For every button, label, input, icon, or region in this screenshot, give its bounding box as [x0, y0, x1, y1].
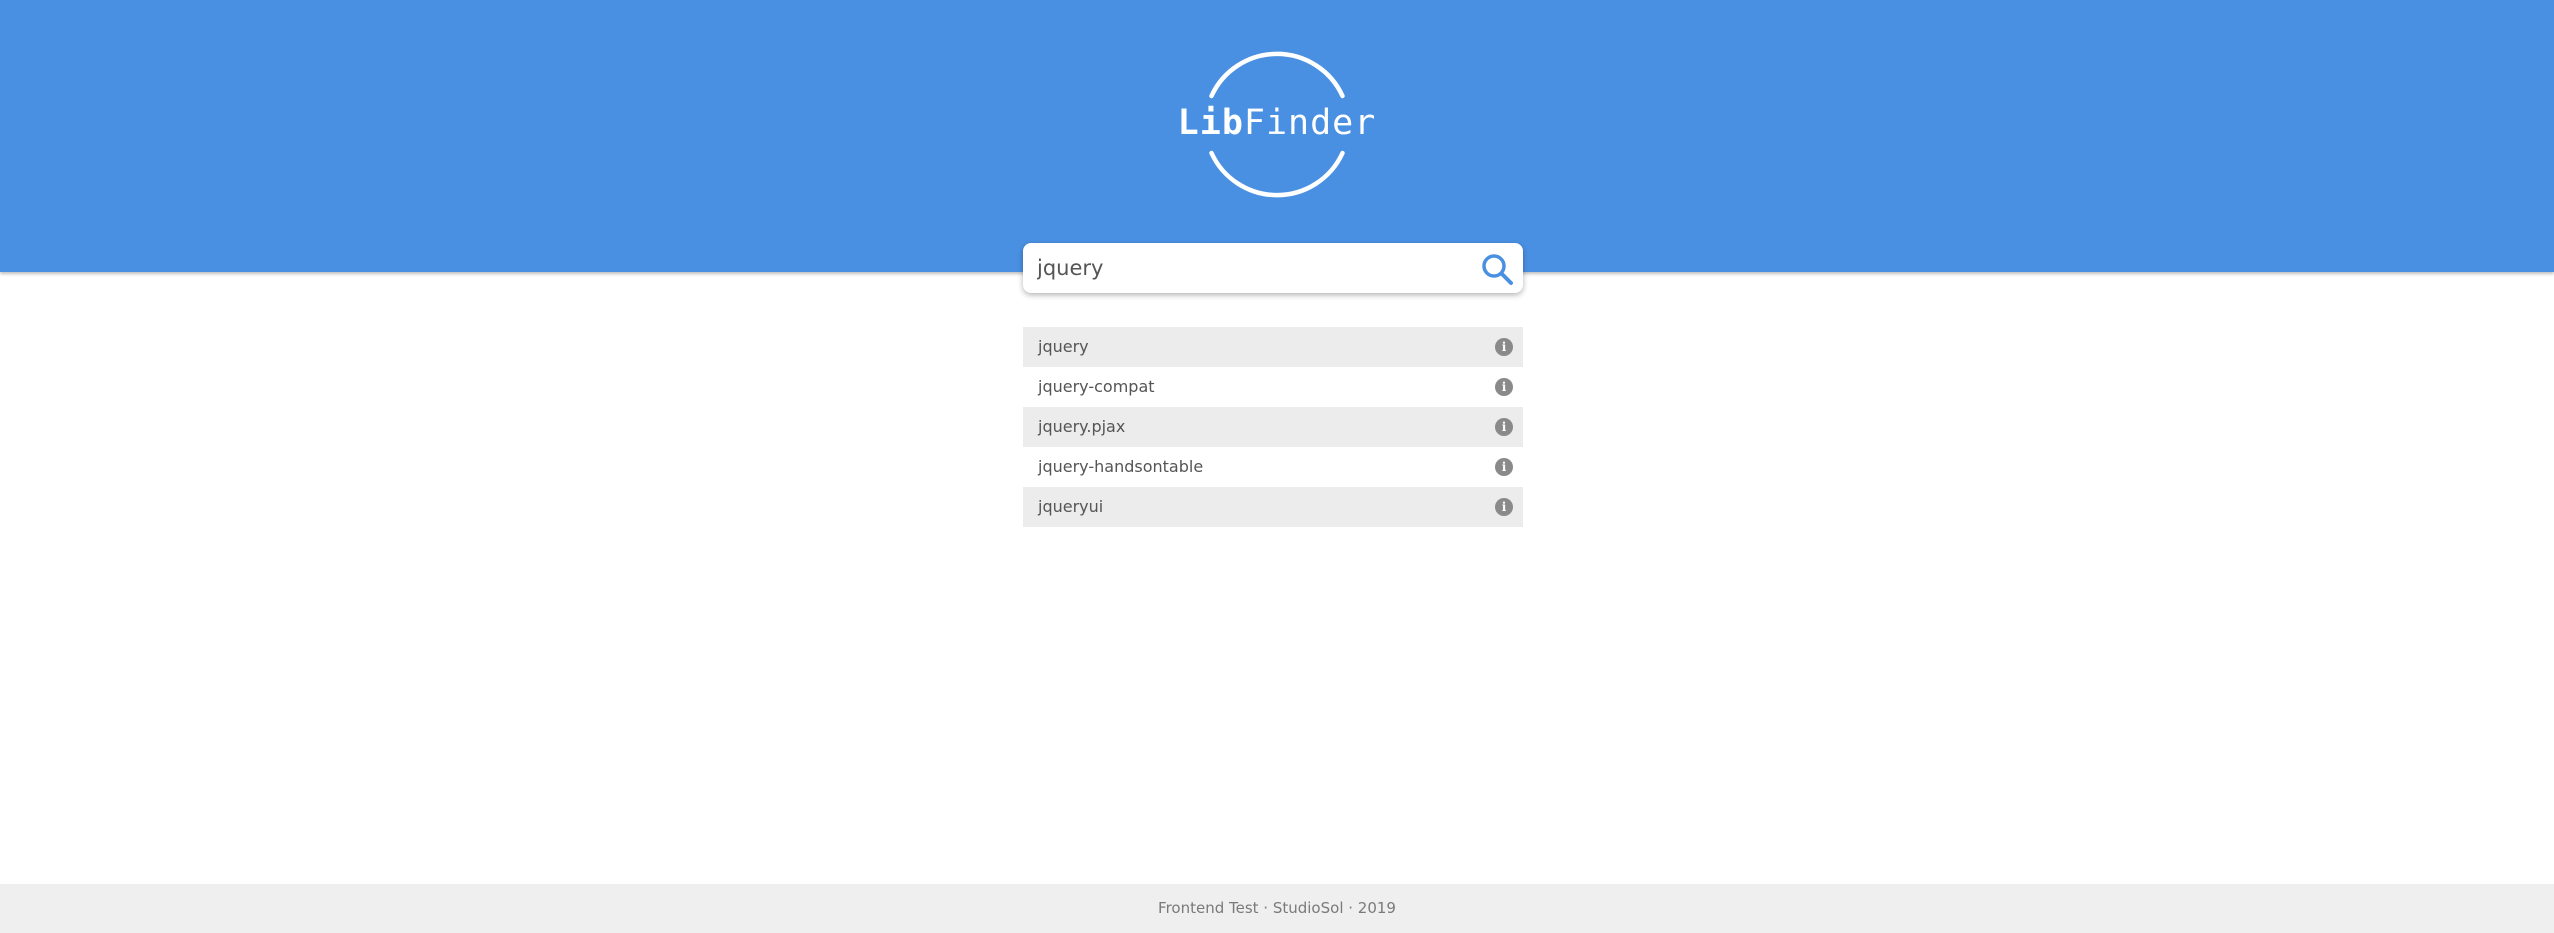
- footer: Frontend Test · StudioSol · 2019: [0, 884, 2554, 933]
- info-icon[interactable]: i: [1495, 418, 1513, 436]
- search-button[interactable]: [1479, 251, 1515, 287]
- footer-text: Frontend Test · StudioSol · 2019: [1158, 899, 1396, 917]
- result-item-name: jquery: [1038, 337, 1089, 356]
- logo-text-regular: Finder: [1243, 103, 1377, 143]
- info-icon[interactable]: i: [1495, 378, 1513, 396]
- result-item[interactable]: jquery.pjax i: [1023, 407, 1523, 447]
- logo: LibFinder: [1177, 48, 1377, 203]
- result-item[interactable]: jquery-handsontable i: [1023, 447, 1523, 487]
- page: LibFinder jquery i jquery-compat i jquer…: [0, 0, 2554, 933]
- result-item[interactable]: jquery-compat i: [1023, 367, 1523, 407]
- logo-text-bold: Lib: [1177, 103, 1244, 143]
- search-input[interactable]: [1037, 243, 1457, 293]
- search-box: [1023, 243, 1523, 293]
- info-icon[interactable]: i: [1495, 338, 1513, 356]
- header: LibFinder: [0, 0, 2554, 272]
- logo-text: LibFinder: [1177, 103, 1377, 143]
- result-item-name: jqueryui: [1038, 497, 1104, 516]
- result-item[interactable]: jquery i: [1023, 327, 1523, 367]
- info-icon[interactable]: i: [1495, 498, 1513, 516]
- result-item[interactable]: jqueryui i: [1023, 487, 1523, 527]
- info-icon[interactable]: i: [1495, 458, 1513, 476]
- result-item-name: jquery-handsontable: [1038, 457, 1204, 476]
- search-icon: [1482, 254, 1513, 285]
- result-item-name: jquery-compat: [1038, 377, 1155, 396]
- results-list: jquery i jquery-compat i jquery.pjax i j…: [1023, 327, 1523, 527]
- result-item-name: jquery.pjax: [1038, 417, 1126, 436]
